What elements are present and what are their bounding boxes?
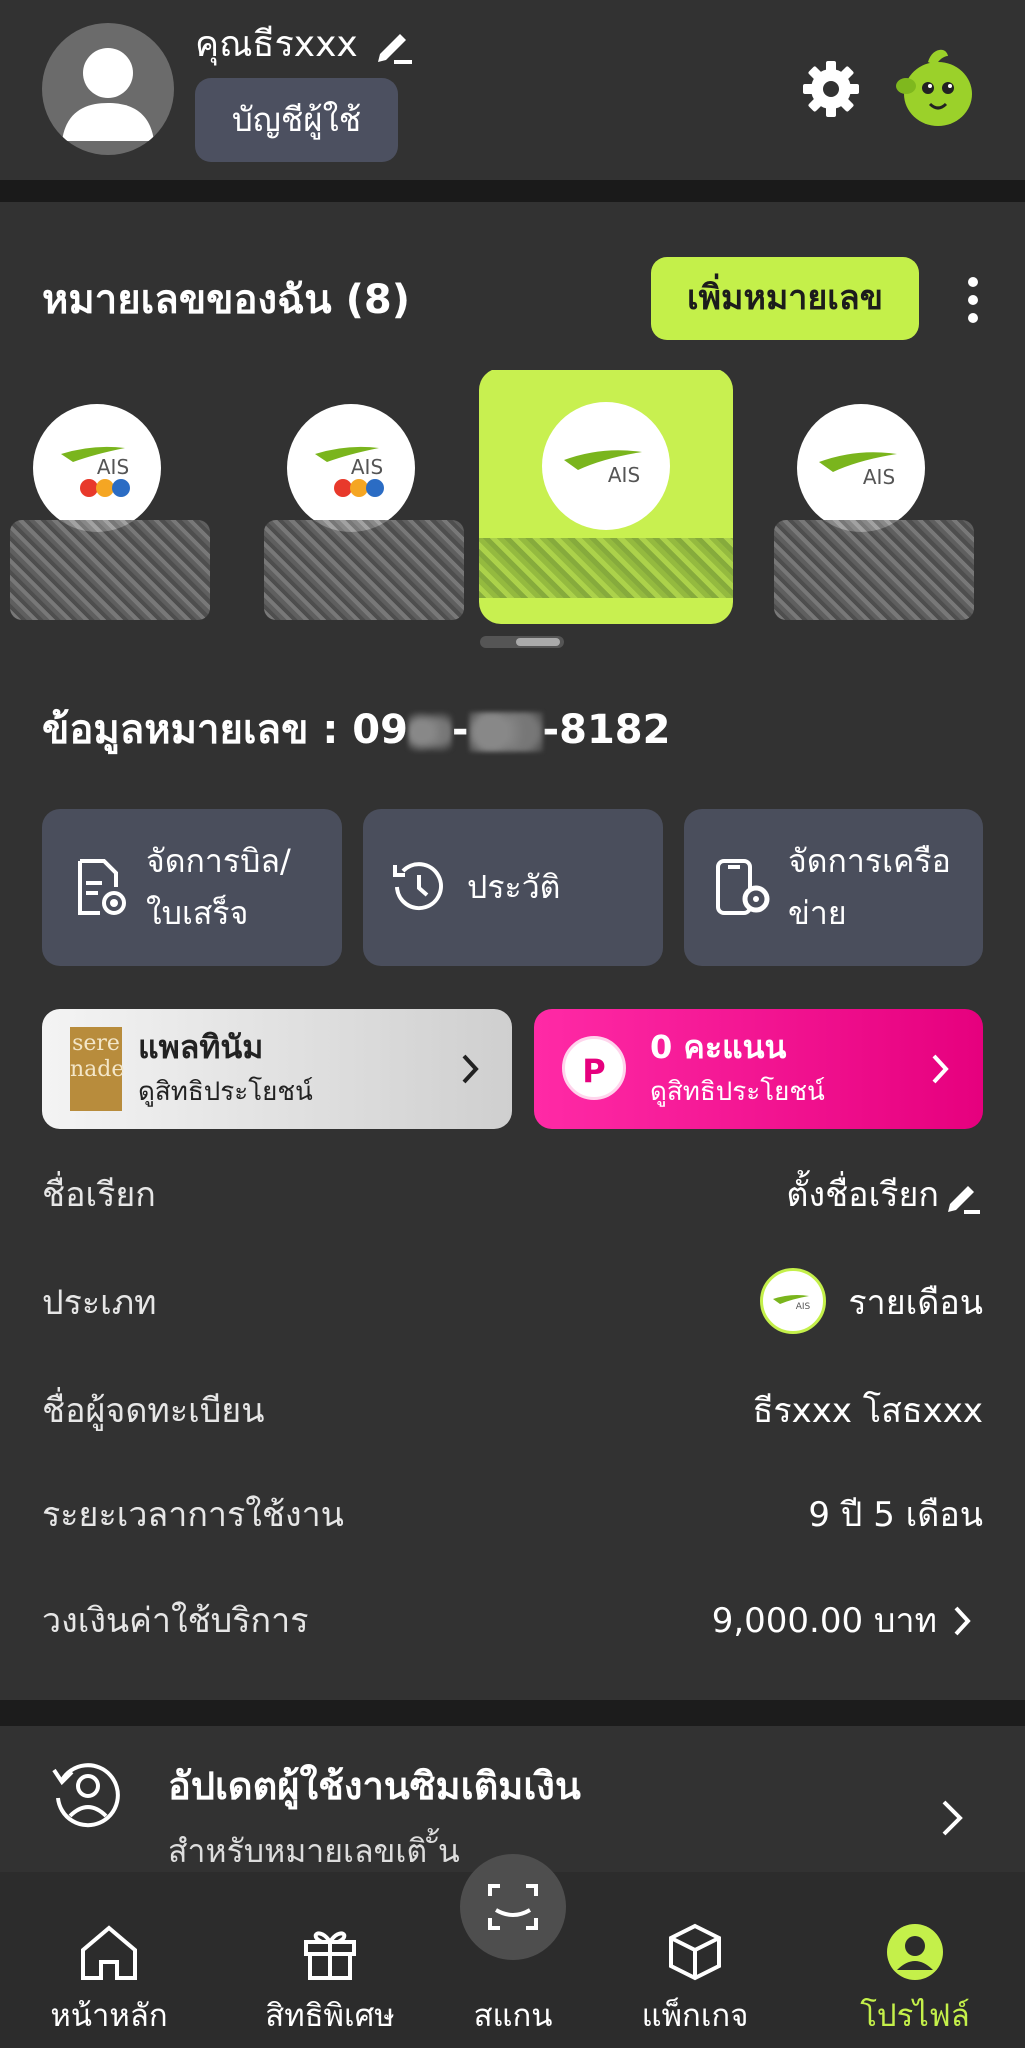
points-card[interactable]: P 0 คะแนน ดูสิทธิประโยชน์ [534, 1009, 983, 1129]
pager-active-dot [516, 638, 560, 646]
number-info-dash: - [451, 707, 469, 753]
svg-text:AIS: AIS [608, 463, 640, 487]
points-title: 0 คะแนน [650, 1028, 787, 1066]
chevron-right-icon [930, 1052, 950, 1086]
platinum-title: แพลทินัม [138, 1028, 264, 1066]
masked-number [774, 520, 974, 620]
history-label: ประวัติ [467, 868, 561, 906]
chevron-right-icon [460, 1052, 480, 1086]
manage-network-tile[interactable]: จัดการเครือ ข่าย [684, 809, 983, 966]
platinum-card[interactable]: sere nade แพลทินัม ดูสิทธิประโยชน์ [42, 1009, 512, 1129]
number-info-suffix: -8182 [542, 707, 671, 753]
sim-update-subtitle: สำหรับหมายเลขเติ ั้น [168, 1832, 460, 1870]
points-icon: P [562, 1036, 626, 1100]
manage-bill-tile[interactable]: จัดการบิล/ ใบเสร็จ [42, 809, 342, 966]
more-options-icon[interactable] [958, 272, 988, 328]
chevron-right-icon[interactable] [952, 1604, 972, 1638]
nav-scan-label: สแกน [473, 1998, 553, 2034]
manage-bill-label: จัดการบิล/ ใบเสร็จ [146, 842, 291, 932]
history-tile[interactable]: ประวัติ [363, 809, 663, 966]
duration-label: ระยะเวลาการใช้งาน [42, 1495, 344, 1535]
home-icon [81, 1925, 137, 1980]
ais-logo-icon: AIS [33, 404, 161, 532]
profile-icon [887, 1924, 943, 1980]
sim-card-selected[interactable]: AIS [479, 370, 733, 624]
phone-settings-icon [712, 857, 772, 917]
registrant-value: ธีรxxx โสธxxx [752, 1391, 983, 1431]
svg-text:AIS: AIS [351, 455, 383, 479]
nav-packages-label: แพ็กเกจ [641, 1998, 749, 2034]
nav-profile[interactable]: โปรไฟล์ [815, 1920, 1015, 2040]
history-icon [387, 857, 447, 917]
masked-number [479, 538, 733, 598]
gear-icon[interactable] [798, 56, 864, 122]
sim-card[interactable]: AIS [734, 370, 988, 626]
number-info-prefix: ข้อมูลหมายเลข : 09 [42, 707, 408, 753]
number-info-title: ข้อมูลหมายเลข : 09- -8182 [42, 700, 670, 760]
username: คุณธีรxxx [195, 24, 358, 65]
duration-value: 9 ปี 5 เดือน [808, 1495, 983, 1535]
nav-home-label: หน้าหลัก [50, 1998, 168, 2034]
type-label: ประเภท [42, 1283, 157, 1323]
nav-packages[interactable]: แพ็กเกจ [595, 1920, 795, 2040]
ais-logo-icon: AIS [542, 402, 670, 530]
sim-update-title: อัปเดตผู้ใช้งานซิมเติมเงิน [168, 1764, 581, 1808]
type-value: รายเดือน [848, 1283, 983, 1323]
sim-card[interactable]: AIS [224, 370, 478, 626]
account-button[interactable]: บัญชีผู้ใช้ [195, 78, 398, 162]
gift-icon [304, 1931, 356, 1980]
ais-logo-icon: AIS [797, 404, 925, 532]
number-carousel[interactable]: AIS AIS AIS AIS [0, 370, 1025, 632]
avatar[interactable] [42, 23, 174, 155]
nav-scan[interactable]: สแกน [413, 1940, 613, 2040]
nickname-label: ชื่อเรียก [42, 1175, 156, 1215]
chevron-right-icon[interactable] [940, 1798, 964, 1838]
serenade-logo: sere nade [70, 1027, 124, 1111]
package-icon [669, 1923, 721, 1981]
bill-email-icon [70, 857, 130, 917]
user-refresh-icon [48, 1756, 124, 1832]
points-subtitle: ดูสิทธิประโยชน์ [650, 1077, 825, 1107]
mascot-icon[interactable] [888, 42, 980, 134]
user-silhouette-icon [62, 48, 154, 141]
nav-privileges[interactable]: สิทธิพิเศษ [230, 1920, 430, 2040]
masked-digits [407, 712, 452, 752]
credit-limit-value[interactable]: 9,000.00 บาท [712, 1596, 937, 1646]
nickname-value[interactable]: ตั้งชื่อเรียก [786, 1170, 939, 1220]
masked-digits [468, 712, 543, 752]
section-divider [0, 1700, 1025, 1726]
edit-name-icon[interactable] [372, 24, 416, 68]
add-number-button[interactable]: เพิ่มหมายเลข [651, 257, 919, 340]
nav-home[interactable]: หน้าหลัก [9, 1920, 209, 2040]
sim-card[interactable]: AIS [0, 370, 224, 626]
edit-nickname-icon[interactable] [944, 1176, 984, 1216]
nav-profile-label: โปรไฟล์ [860, 1998, 970, 2034]
svg-text:AIS: AIS [796, 1302, 811, 1312]
svg-text:AIS: AIS [863, 465, 895, 489]
masked-number [10, 520, 210, 620]
registrant-label: ชื่อผู้จดทะเบียน [42, 1391, 265, 1431]
manage-network-label: จัดการเครือ ข่าย [788, 842, 951, 932]
masked-number [264, 520, 464, 620]
ais-logo-icon: AIS [287, 404, 415, 532]
section-divider [0, 180, 1025, 202]
nav-privileges-label: สิทธิพิเศษ [265, 1998, 395, 2034]
credit-limit-label: วงเงินค่าใช้บริการ [42, 1601, 309, 1641]
svg-text:AIS: AIS [97, 455, 129, 479]
ais-logo-icon: AIS [760, 1268, 826, 1334]
carousel-pager [480, 636, 564, 648]
my-numbers-title: หมายเลขของฉัน (8) [42, 277, 410, 323]
platinum-subtitle: ดูสิทธิประโยชน์ [138, 1077, 313, 1107]
